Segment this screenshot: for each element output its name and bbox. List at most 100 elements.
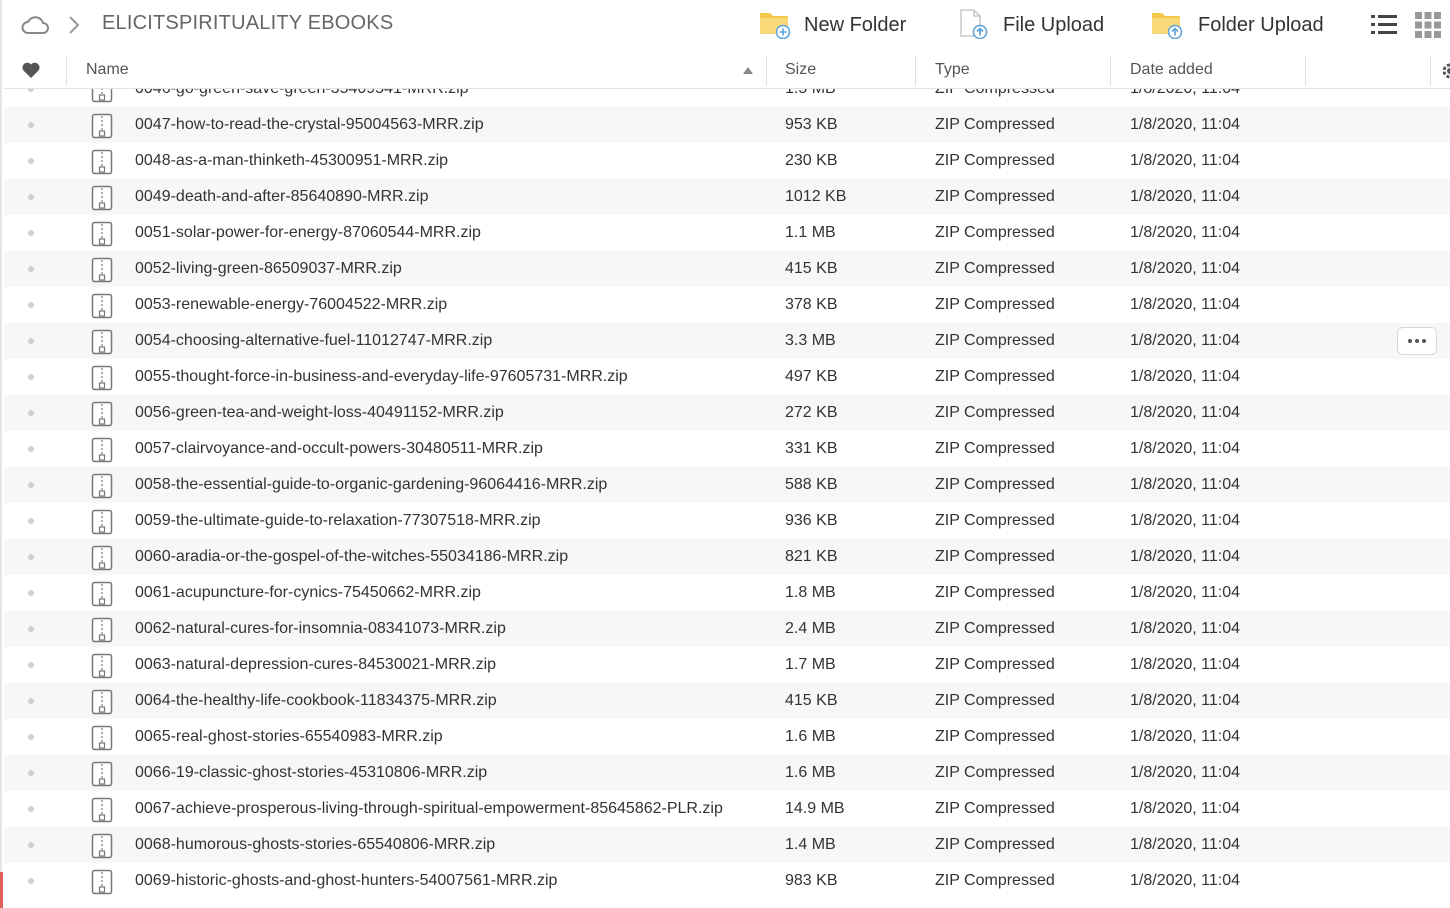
table-row[interactable]: 0055-thought-force-in-business-and-every… — [4, 359, 1450, 395]
file-name[interactable]: 0061-acupuncture-for-cynics-75450662-MRR… — [135, 584, 481, 602]
table-row[interactable]: 0057-clairvoyance-and-occult-powers-3048… — [4, 431, 1450, 467]
table-row[interactable]: 0067-achieve-prosperous-living-through-s… — [4, 791, 1450, 827]
zip-file-icon — [90, 329, 114, 360]
table-row[interactable]: 0054-choosing-alternative-fuel-11012747-… — [4, 323, 1450, 359]
file-name[interactable]: 0047-how-to-read-the-crystal-95004563-MR… — [135, 116, 484, 134]
row-select-dot[interactable] — [28, 662, 34, 668]
zip-file-icon — [90, 509, 114, 540]
column-header-type[interactable]: Type — [935, 53, 970, 88]
file-date-added: 1/8/2020, 11:04 — [1130, 188, 1241, 205]
file-name[interactable]: 0064-the-healthy-life-cookbook-11834375-… — [135, 692, 497, 710]
row-select-dot[interactable] — [28, 770, 34, 776]
folder-upload-icon — [1150, 7, 1186, 44]
table-row[interactable]: 0053-renewable-energy-76004522-MRR.zip 37… — [4, 287, 1450, 323]
file-size: 1.4 MB — [785, 836, 836, 853]
new-folder-button[interactable]: New Folder — [758, 8, 906, 42]
file-size: 14.9 MB — [785, 800, 845, 817]
dot-icon — [1408, 339, 1412, 343]
file-size: 497 KB — [785, 368, 838, 385]
list-view-icon[interactable] — [1370, 12, 1398, 43]
file-name[interactable]: 0065-real-ghost-stories-65540983-MRR.zip — [135, 728, 443, 746]
column-header-size[interactable]: Size — [785, 53, 816, 88]
table-row[interactable]: 0052-living-green-86509037-MRR.zip 415 KB… — [4, 251, 1450, 287]
file-size: 983 KB — [785, 872, 838, 889]
row-select-dot[interactable] — [28, 518, 34, 524]
table-row[interactable]: 0060-aradia-or-the-gospel-of-the-witches… — [4, 539, 1450, 575]
breadcrumb-current-folder[interactable]: ELICITSPIRITUALITY EBOOKS — [102, 12, 393, 35]
file-type: ZIP Compressed — [935, 584, 1055, 601]
folder-upload-button[interactable]: Folder Upload — [1150, 8, 1324, 42]
file-size: 936 KB — [785, 512, 838, 529]
file-name[interactable]: 0068-humorous-ghosts-stories-65540806-MR… — [135, 836, 495, 854]
file-name[interactable]: 0062-natural-cures-for-insomnia-08341073… — [135, 620, 506, 638]
row-select-dot[interactable] — [28, 266, 34, 272]
row-select-dot[interactable] — [28, 230, 34, 236]
file-name[interactable]: 0055-thought-force-in-business-and-every… — [135, 368, 628, 386]
row-select-dot[interactable] — [28, 446, 34, 452]
cloud-icon[interactable] — [20, 14, 50, 41]
column-header-name[interactable]: Name — [86, 53, 129, 88]
file-name[interactable]: 0048-as-a-man-thinketh-45300951-MRR.zip — [135, 152, 448, 170]
grid-view-icon[interactable] — [1414, 11, 1442, 44]
file-name[interactable]: 0067-achieve-prosperous-living-through-s… — [135, 800, 723, 818]
row-select-dot[interactable] — [28, 482, 34, 488]
row-select-dot[interactable] — [28, 698, 34, 704]
file-upload-button[interactable]: File Upload — [955, 8, 1104, 42]
table-row[interactable]: 0069-historic-ghosts-and-ghost-hunters-5… — [4, 863, 1450, 899]
file-type: ZIP Compressed — [935, 260, 1055, 277]
row-select-dot[interactable] — [28, 554, 34, 560]
column-divider — [1110, 56, 1111, 86]
table-row[interactable]: 0065-real-ghost-stories-65540983-MRR.zip… — [4, 719, 1450, 755]
file-name[interactable]: 0060-aradia-or-the-gospel-of-the-witches… — [135, 548, 568, 566]
file-name[interactable]: 0053-renewable-energy-76004522-MRR.zip — [135, 296, 447, 314]
table-row[interactable]: 0066-19-classic-ghost-stories-45310806-M… — [4, 755, 1450, 791]
table-row[interactable]: 0048-as-a-man-thinketh-45300951-MRR.zip 2… — [4, 143, 1450, 179]
file-name[interactable]: 0066-19-classic-ghost-stories-45310806-M… — [135, 764, 487, 782]
row-select-dot[interactable] — [28, 338, 34, 344]
file-name[interactable]: 0049-death-and-after-85640890-MRR.zip — [135, 188, 429, 206]
file-name[interactable]: 0069-historic-ghosts-and-ghost-hunters-5… — [135, 872, 557, 890]
favorite-heart-icon[interactable] — [21, 61, 41, 84]
dot-icon — [1422, 339, 1426, 343]
more-options-button[interactable] — [1397, 327, 1437, 355]
row-select-dot[interactable] — [28, 734, 34, 740]
row-select-dot[interactable] — [28, 806, 34, 812]
table-row[interactable]: 0047-how-to-read-the-crystal-95004563-MR… — [4, 107, 1450, 143]
column-header-date[interactable]: Date added — [1130, 53, 1213, 88]
row-select-dot[interactable] — [28, 590, 34, 596]
file-name[interactable]: 0057-clairvoyance-and-occult-powers-3048… — [135, 440, 543, 458]
file-name[interactable]: 0058-the-essential-guide-to-organic-gard… — [135, 476, 607, 494]
row-select-dot[interactable] — [28, 842, 34, 848]
row-select-dot[interactable] — [28, 158, 34, 164]
file-date-added: 1/8/2020, 11:04 — [1130, 116, 1241, 133]
file-name[interactable]: 0054-choosing-alternative-fuel-11012747-… — [135, 332, 492, 350]
table-row[interactable]: 0058-the-essential-guide-to-organic-gard… — [4, 467, 1450, 503]
table-row[interactable]: 0061-acupuncture-for-cynics-75450662-MRR… — [4, 575, 1450, 611]
file-size: 331 KB — [785, 440, 838, 457]
column-settings-gear-icon[interactable] — [1440, 61, 1450, 86]
row-select-dot[interactable] — [28, 374, 34, 380]
table-row[interactable]: 0049-death-and-after-85640890-MRR.zip 101… — [4, 179, 1450, 215]
column-divider — [766, 56, 767, 86]
table-row[interactable]: 0056-green-tea-and-weight-loss-40491152-… — [4, 395, 1450, 431]
row-select-dot[interactable] — [28, 302, 34, 308]
file-name[interactable]: 0051-solar-power-for-energy-87060544-MRR… — [135, 224, 481, 242]
folder-upload-label: Folder Upload — [1198, 13, 1324, 36]
row-select-dot[interactable] — [28, 878, 34, 884]
table-row[interactable]: 0059-the-ultimate-guide-to-relaxation-77… — [4, 503, 1450, 539]
file-date-added: 1/8/2020, 11:04 — [1130, 440, 1241, 457]
table-row[interactable]: 0063-natural-depression-cures-84530021-M… — [4, 647, 1450, 683]
table-row[interactable]: 0064-the-healthy-life-cookbook-11834375-… — [4, 683, 1450, 719]
file-name[interactable]: 0059-the-ultimate-guide-to-relaxation-77… — [135, 512, 541, 530]
sort-ascending-icon[interactable] — [743, 67, 753, 74]
file-name[interactable]: 0056-green-tea-and-weight-loss-40491152-… — [135, 404, 504, 422]
table-row[interactable]: 0051-solar-power-for-energy-87060544-MRR… — [4, 215, 1450, 251]
row-select-dot[interactable] — [28, 122, 34, 128]
row-select-dot[interactable] — [28, 194, 34, 200]
table-row[interactable]: 0068-humorous-ghosts-stories-65540806-MR… — [4, 827, 1450, 863]
table-row[interactable]: 0062-natural-cures-for-insomnia-08341073… — [4, 611, 1450, 647]
row-select-dot[interactable] — [28, 626, 34, 632]
file-name[interactable]: 0052-living-green-86509037-MRR.zip — [135, 260, 402, 278]
file-name[interactable]: 0063-natural-depression-cures-84530021-M… — [135, 656, 496, 674]
row-select-dot[interactable] — [28, 410, 34, 416]
